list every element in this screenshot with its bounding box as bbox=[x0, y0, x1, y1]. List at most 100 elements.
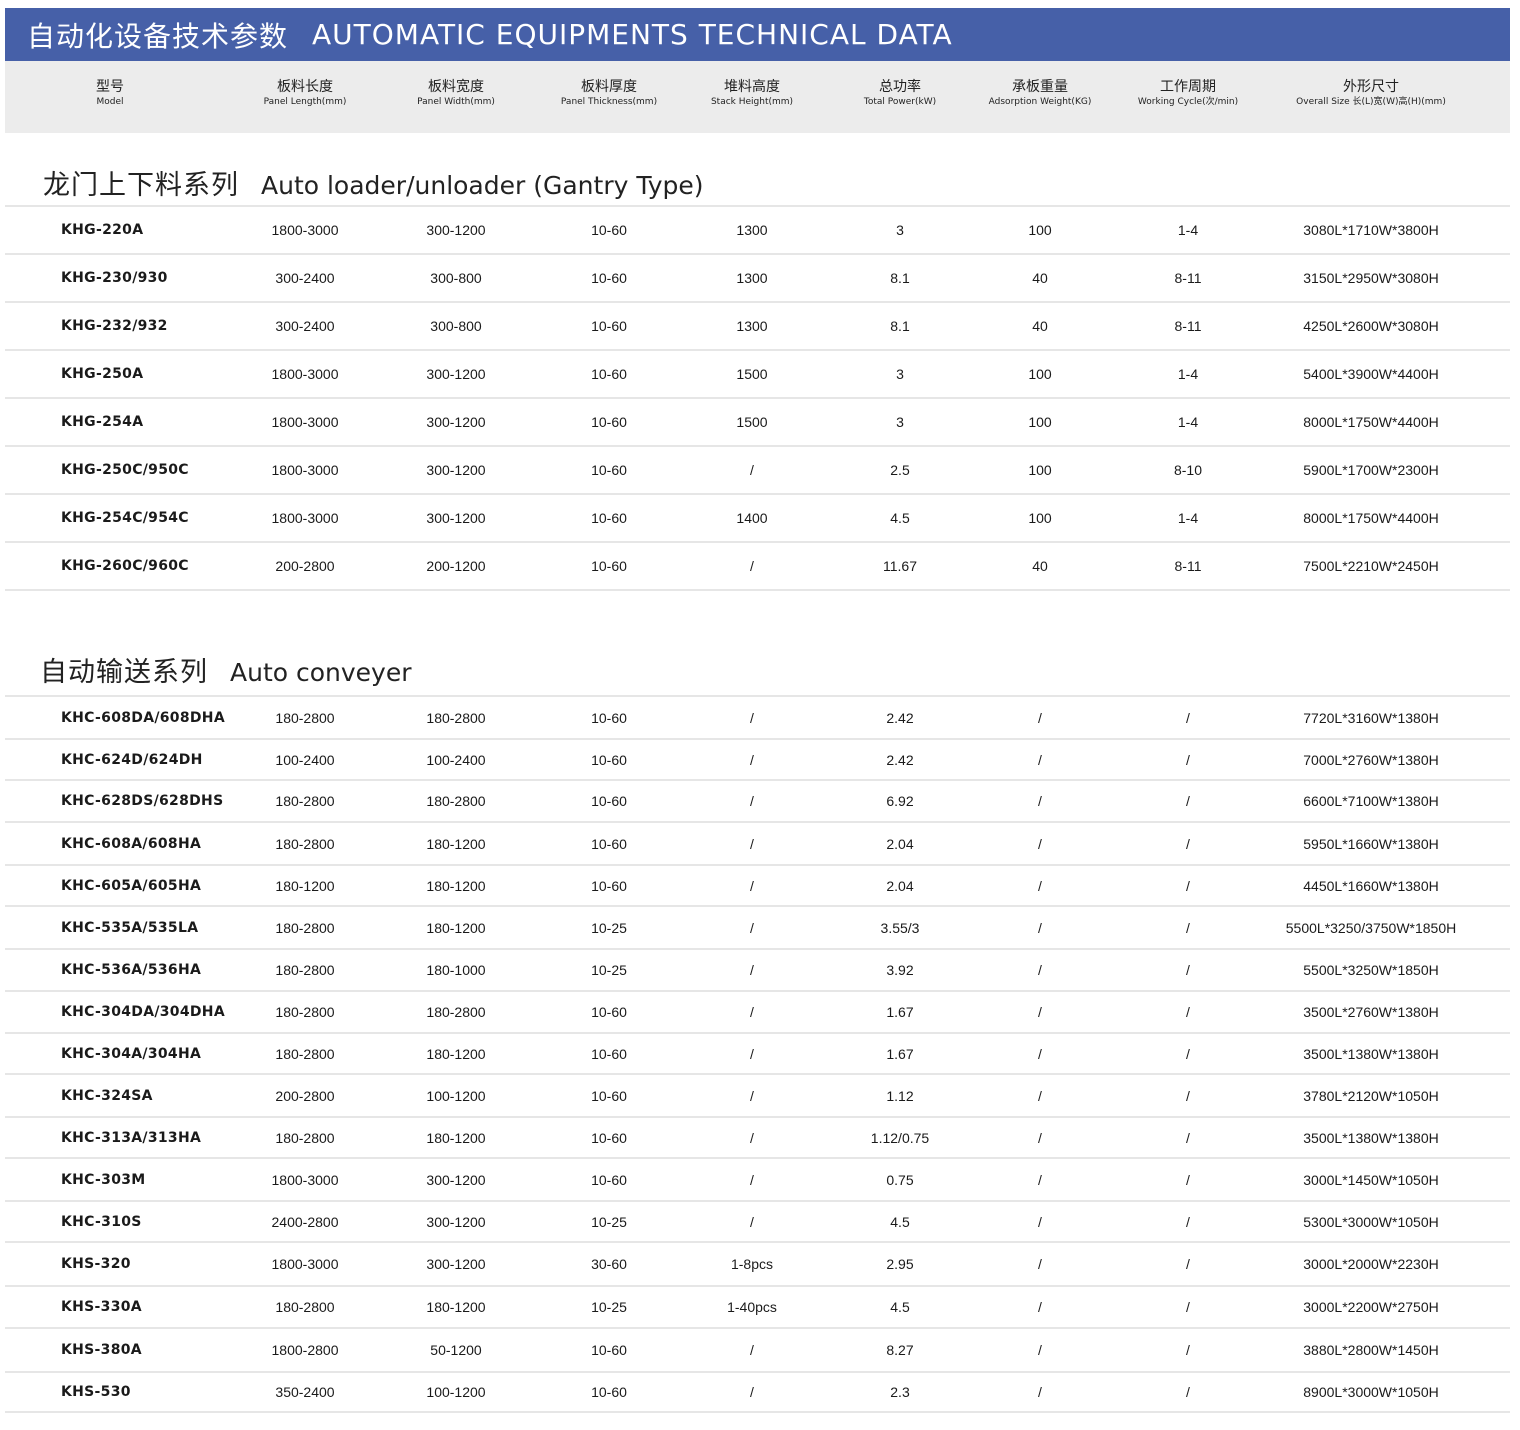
cell-panel-width: 180-2800 bbox=[426, 793, 486, 809]
table-row: KHC-303M 1800-3000 300-1200 10-60 / 0.75 / / 300… bbox=[5, 1159, 1510, 1202]
table-row: KHG-254C/954C 1800-3000 300-1200 10-60 1400 4… bbox=[5, 495, 1510, 543]
cell-panel-length: 1800-2800 bbox=[271, 1342, 339, 1358]
cell-panel-length: 300-2400 bbox=[275, 318, 335, 334]
cell-panel-width: 200-1200 bbox=[426, 558, 486, 574]
cell-model: KHC-304A/304HA bbox=[61, 1045, 202, 1062]
cell-working-cycle: / bbox=[1186, 709, 1190, 726]
cell-stack-height: 1300 bbox=[736, 270, 768, 286]
cell-panel-width: 300-1200 bbox=[426, 222, 486, 238]
cell-panel-length: 180-2800 bbox=[275, 1299, 335, 1315]
cell-total-power: 8.27 bbox=[886, 1342, 914, 1358]
column-header-zh: 板料长度 bbox=[277, 79, 333, 95]
cell-working-cycle: / bbox=[1186, 1256, 1190, 1272]
cell-panel-thickness: 10-60 bbox=[591, 462, 627, 478]
cell-model: KHG-254C/954C bbox=[61, 510, 189, 526]
cell-stack-height: 1300 bbox=[736, 318, 768, 334]
cell-panel-width: 180-1200 bbox=[426, 1129, 486, 1146]
cell-adsorption-weight: / bbox=[1038, 1045, 1042, 1062]
cell-working-cycle: 1-4 bbox=[1177, 366, 1199, 382]
cell-working-cycle: 1-4 bbox=[1177, 222, 1199, 238]
cell-panel-length: 200-2800 bbox=[275, 1087, 335, 1104]
column-header-zh: 板料厚度 bbox=[581, 79, 637, 95]
column-header-zh: 型号 bbox=[96, 79, 124, 95]
cell-model: KHC-313A/313HA bbox=[61, 1129, 202, 1146]
table-row: KHG-250A 1800-3000 300-1200 10-60 1500 3 100 1-… bbox=[5, 351, 1510, 399]
cell-panel-width: 180-2800 bbox=[426, 709, 486, 726]
column-header-zh: 承板重量 bbox=[1012, 79, 1068, 95]
cell-panel-width: 180-1200 bbox=[426, 1045, 486, 1062]
cell-adsorption-weight: / bbox=[1038, 962, 1042, 978]
cell-working-cycle: / bbox=[1186, 751, 1190, 768]
cell-overall-size: 3500L*1380W*1380H bbox=[1303, 1045, 1439, 1062]
table-row: KHG-260C/960C 200-2800 200-1200 10-60 / 11.67… bbox=[5, 543, 1510, 591]
column-header-overall-size: 外形尺寸 Overall Size 长(L)宽(W)高(H)(mm) bbox=[1296, 79, 1446, 109]
cell-overall-size: 5950L*1660W*1380H bbox=[1303, 835, 1439, 852]
cell-working-cycle: / bbox=[1186, 1087, 1190, 1104]
cell-working-cycle: / bbox=[1186, 1004, 1190, 1020]
table-row: KHG-232/932 300-2400 300-800 10-60 1300 8.1 40… bbox=[5, 303, 1510, 351]
cell-panel-thickness: 10-60 bbox=[591, 1384, 627, 1400]
cell-panel-thickness: 10-25 bbox=[591, 1299, 627, 1315]
column-header-en: Panel Length(mm) bbox=[263, 97, 347, 107]
table-row: KHC-605A/605HA 180-1200 180-1200 10-60 / 2.04… bbox=[5, 866, 1510, 907]
cell-overall-size: 3780L*2120W*1050H bbox=[1303, 1087, 1439, 1104]
cell-panel-width: 300-1200 bbox=[426, 414, 486, 430]
cell-panel-thickness: 10-60 bbox=[591, 414, 627, 430]
cell-panel-width: 180-1200 bbox=[426, 835, 486, 852]
column-header-panel-length: 板料长度 Panel Length(mm) bbox=[264, 79, 347, 109]
cell-panel-width: 180-1000 bbox=[426, 962, 486, 978]
table-row: KHC-304A/304HA 180-2800 180-1200 10-60 / 1.67… bbox=[5, 1034, 1510, 1075]
cell-panel-length: 200-2800 bbox=[275, 558, 335, 574]
cell-panel-width: 100-1200 bbox=[426, 1087, 486, 1104]
cell-adsorption-weight: / bbox=[1038, 1299, 1042, 1315]
cell-stack-height: / bbox=[750, 558, 754, 574]
cell-panel-width: 180-1200 bbox=[426, 919, 486, 936]
cell-model: KHC-310S bbox=[61, 1213, 142, 1230]
cell-model: KHC-536A/536HA bbox=[61, 962, 202, 978]
cell-stack-height: 1400 bbox=[736, 510, 768, 526]
banner-title-zh: 自动化设备技术参数 bbox=[27, 19, 289, 53]
cell-working-cycle: / bbox=[1186, 1213, 1190, 1230]
column-header-zh: 外形尺寸 bbox=[1342, 79, 1399, 95]
cell-panel-thickness: 10-25 bbox=[591, 962, 627, 978]
cell-stack-height: / bbox=[750, 1213, 754, 1230]
cell-adsorption-weight: / bbox=[1038, 1004, 1042, 1020]
cell-model: KHC-608A/608HA bbox=[61, 835, 202, 852]
cell-overall-size: 3000L*2000W*2230H bbox=[1303, 1256, 1439, 1272]
cell-overall-size: 5500L*3250W*1850H bbox=[1303, 962, 1439, 978]
cell-stack-height: / bbox=[750, 793, 754, 809]
cell-working-cycle: / bbox=[1186, 1384, 1190, 1400]
table-row: KHS-530 350-2400 100-1200 10-60 / 2.3 / / 8900L*… bbox=[5, 1373, 1510, 1413]
cell-overall-size: 7000L*2760W*1380H bbox=[1303, 751, 1439, 768]
table-header: 型号 Model 板料长度 Panel Length(mm) 板料宽度 Panel Wid… bbox=[5, 61, 1510, 133]
cell-panel-length: 180-2800 bbox=[275, 709, 335, 726]
section-title-zh: 龙门上下料系列 bbox=[43, 170, 239, 201]
cell-panel-length: 1800-3000 bbox=[271, 414, 339, 430]
cell-panel-thickness: 10-60 bbox=[591, 793, 627, 809]
cell-stack-height: 1500 bbox=[736, 414, 768, 430]
cell-panel-length: 350-2400 bbox=[275, 1384, 335, 1400]
cell-adsorption-weight: 40 bbox=[1032, 318, 1048, 334]
cell-total-power: 0.75 bbox=[886, 1171, 914, 1188]
cell-total-power: 3 bbox=[896, 366, 904, 382]
cell-total-power: 8.1 bbox=[890, 318, 910, 334]
column-header-adsorption-weight: 承板重量 Adsorption Weight(KG) bbox=[989, 79, 1092, 109]
table-row: KHS-380A 1800-2800 50-1200 10-60 / 8.27 / / 3880… bbox=[5, 1329, 1510, 1373]
cell-panel-length: 180-2800 bbox=[275, 1129, 335, 1146]
cell-panel-width: 300-1200 bbox=[426, 366, 486, 382]
column-header-panel-width: 板料宽度 Panel Width(mm) bbox=[417, 79, 495, 109]
cell-adsorption-weight: 40 bbox=[1032, 558, 1048, 574]
column-header-en: Panel Width(mm) bbox=[417, 97, 495, 107]
section-title-conveyer: 自动输送系列 Auto conveyer bbox=[40, 650, 412, 689]
cell-panel-width: 300-1200 bbox=[426, 1256, 486, 1272]
cell-overall-size: 3150L*2950W*3080H bbox=[1303, 270, 1439, 286]
cell-model: KHG-250A bbox=[61, 366, 144, 382]
cell-total-power: 1.12/0.75 bbox=[870, 1129, 930, 1146]
cell-overall-size: 4250L*2600W*3080H bbox=[1303, 318, 1439, 334]
cell-total-power: 3.55/3 bbox=[880, 919, 920, 936]
cell-adsorption-weight: / bbox=[1038, 1171, 1042, 1188]
table-row: KHG-220A 1800-3000 300-1200 10-60 1300 3 100 1-… bbox=[5, 207, 1510, 255]
cell-model: KHG-260C/960C bbox=[61, 558, 189, 574]
cell-working-cycle: / bbox=[1186, 1129, 1190, 1146]
cell-model: KHC-303M bbox=[61, 1171, 146, 1188]
